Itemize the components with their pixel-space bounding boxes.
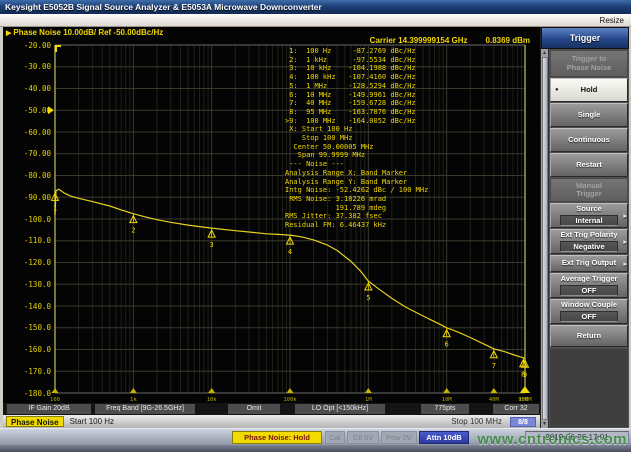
softkey-buttons: Trigger to Phase Noise ● Hold Single Continu… <box>549 49 629 428</box>
softkey-hold[interactable]: ● Hold <box>550 78 628 102</box>
softkey-label: Single <box>578 111 601 120</box>
softkey-label: Average Trigger <box>561 275 618 284</box>
softkey-label: Window Couple <box>561 301 617 310</box>
measurement-screen: ▶Phase Noise 10.00dB/ Ref -50.00dBc/Hz C… <box>3 27 540 428</box>
carrier-readout: Carrier 14.399999154 GHz 0.8369 dBm <box>370 36 530 45</box>
svg-text:5: 5 <box>366 294 370 302</box>
svg-text:1: 1 <box>53 204 57 212</box>
active-measurement-label: Phase Noise <box>6 416 64 427</box>
softkey-label: Ext Trig Polarity <box>560 231 617 240</box>
y-tick-label: -20.00 <box>3 41 51 50</box>
softkey-label: Hold <box>581 86 598 95</box>
softkey-scrollbar[interactable]: ▲ ▼ <box>541 49 549 428</box>
measurement-settings-bar: IF Gain 20dB Freq Band [9G-26.5GHz] Omit LO… <box>3 403 540 415</box>
softkey-trigger-to-phase-noise: Trigger to Phase Noise <box>550 50 628 77</box>
setting-2: Omit <box>228 404 280 414</box>
submenu-arrow-icon: ▸ <box>623 212 627 220</box>
setting-4: 775pts <box>421 404 469 414</box>
softkey-source[interactable]: SourceInternal ▸ <box>550 203 628 228</box>
y-tick-label: -100.0 <box>3 215 51 224</box>
softkey-label: Continuous <box>568 136 610 145</box>
softkey-return[interactable]: Return <box>550 325 628 347</box>
marker-readout: 1: 100 Hz -87.2769 dBc/Hz 2: 1 kHz -97.5… <box>285 47 428 230</box>
taskbar-pow-0v: Pow 0V <box>381 431 417 444</box>
taskbar-cal: Cal <box>325 431 345 444</box>
softkey-ext-trig-polarity[interactable]: Ext Trig PolarityNegative ▸ <box>550 229 628 254</box>
y-tick-label: -40.00 <box>3 84 51 93</box>
carrier-power: 0.8369 dBm <box>486 36 530 45</box>
y-tick-label: -170.0 <box>3 367 51 376</box>
scroll-down-icon[interactable]: ▼ <box>542 421 547 427</box>
softkey-ext-trig-output[interactable]: Ext Trig Output ▸ <box>550 255 628 272</box>
setting-3: LO Opt [<150kHz] <box>295 404 385 414</box>
menu-bar: Resize <box>0 14 631 27</box>
scroll-up-icon[interactable]: ▲ <box>542 50 547 56</box>
softkey-empty-area <box>550 349 628 427</box>
selected-bullet-icon: ● <box>555 87 559 93</box>
softkey-single[interactable]: Single <box>550 103 628 127</box>
window-title: Keysight E5052B Signal Source Analyzer &… <box>5 2 322 12</box>
softkey-label: Restart <box>576 161 602 170</box>
taskbar-ctl-0v: Ctl 0V <box>347 431 379 444</box>
softkey-label: Trigger to Phase Noise <box>567 55 612 72</box>
y-tick-label: -80.00 <box>3 171 51 180</box>
scrollbar-thumb[interactable] <box>542 57 548 420</box>
softkey-value: OFF <box>560 285 618 296</box>
y-tick-label: -50.00 <box>3 106 51 115</box>
svg-text:3: 3 <box>210 241 214 249</box>
setting-5: Corr 32 <box>493 404 539 414</box>
y-tick-label: -60.00 <box>3 128 51 137</box>
softkey-menu: Trigger ▲ ▼ Trigger to Phase Noise ● Hold S… <box>540 27 629 428</box>
softkey-label: Manual Trigger <box>576 182 602 199</box>
softkey-continuous[interactable]: Continuous <box>550 128 628 152</box>
softkey-label: Ext Trig Output <box>562 259 616 268</box>
y-tick-label: -110.0 <box>3 236 51 245</box>
y-tick-label: -30.00 <box>3 62 51 71</box>
softkey-manual-trigger: Manual Trigger <box>550 178 628 202</box>
softkey-value: Negative <box>560 241 618 252</box>
softkey-value: OFF <box>560 311 618 322</box>
softkey-window-couple[interactable]: Window CoupleOFF <box>550 299 628 324</box>
softkey-menu-title: Trigger <box>541 27 629 49</box>
svg-text:9: 9 <box>523 371 527 379</box>
softkey-label: Source <box>576 205 601 214</box>
main-area: ▶Phase Noise 10.00dB/ Ref -50.00dBc/Hz C… <box>0 27 631 428</box>
sweep-status-bar: Phase Noise Start 100 Hz Stop 100 MHz 8/… <box>3 415 540 428</box>
sweep-stop-label: Stop 100 MHz <box>451 417 502 426</box>
softkey-average-trigger[interactable]: Average TriggerOFF <box>550 273 628 298</box>
title-bar[interactable]: Keysight E5052B Signal Source Analyzer &… <box>0 0 631 14</box>
y-tick-label: -130.0 <box>3 280 51 289</box>
watermark: www.cntronics.com <box>477 431 627 448</box>
y-tick-label: -120.0 <box>3 258 51 267</box>
sweep-start-label: Start 100 Hz <box>70 417 114 426</box>
y-tick-label: -180.0 <box>3 389 51 398</box>
app-window: Keysight E5052B Signal Source Analyzer &… <box>0 0 631 452</box>
svg-text:2: 2 <box>131 227 135 235</box>
submenu-arrow-icon: ▸ <box>623 260 627 268</box>
submenu-arrow-icon: ▸ <box>623 238 627 246</box>
setting-1: Freq Band [9G-26.5GHz] <box>95 404 195 414</box>
resize-menu-item[interactable]: Resize <box>600 16 624 25</box>
average-count-badge: 8/8 <box>510 417 536 427</box>
softkey-value: Internal <box>560 215 618 226</box>
taskbar-phase-noise-hold[interactable]: Phase Noise: Hold <box>232 431 322 444</box>
svg-text:6: 6 <box>445 341 449 349</box>
carrier-frequency: Carrier 14.399999154 GHz <box>370 36 468 45</box>
y-axis-labels: -20.00 -30.00 -40.00 -50.00 -60.00 -70.00 -80.… <box>3 27 51 428</box>
taskbar-attn-10db[interactable]: Attn 10dB <box>419 431 469 444</box>
y-tick-label: -140.0 <box>3 302 51 311</box>
softkey-restart[interactable]: Restart <box>550 153 628 177</box>
y-tick-label: -70.00 <box>3 149 51 158</box>
softkey-label: Return <box>577 332 601 341</box>
y-tick-label: -160.0 <box>3 345 51 354</box>
svg-text:7: 7 <box>492 362 496 370</box>
y-tick-label: -90.00 <box>3 193 51 202</box>
svg-text:4: 4 <box>288 248 292 256</box>
y-tick-label: -150.0 <box>3 323 51 332</box>
setting-0: IF Gain 20dB <box>7 404 91 414</box>
